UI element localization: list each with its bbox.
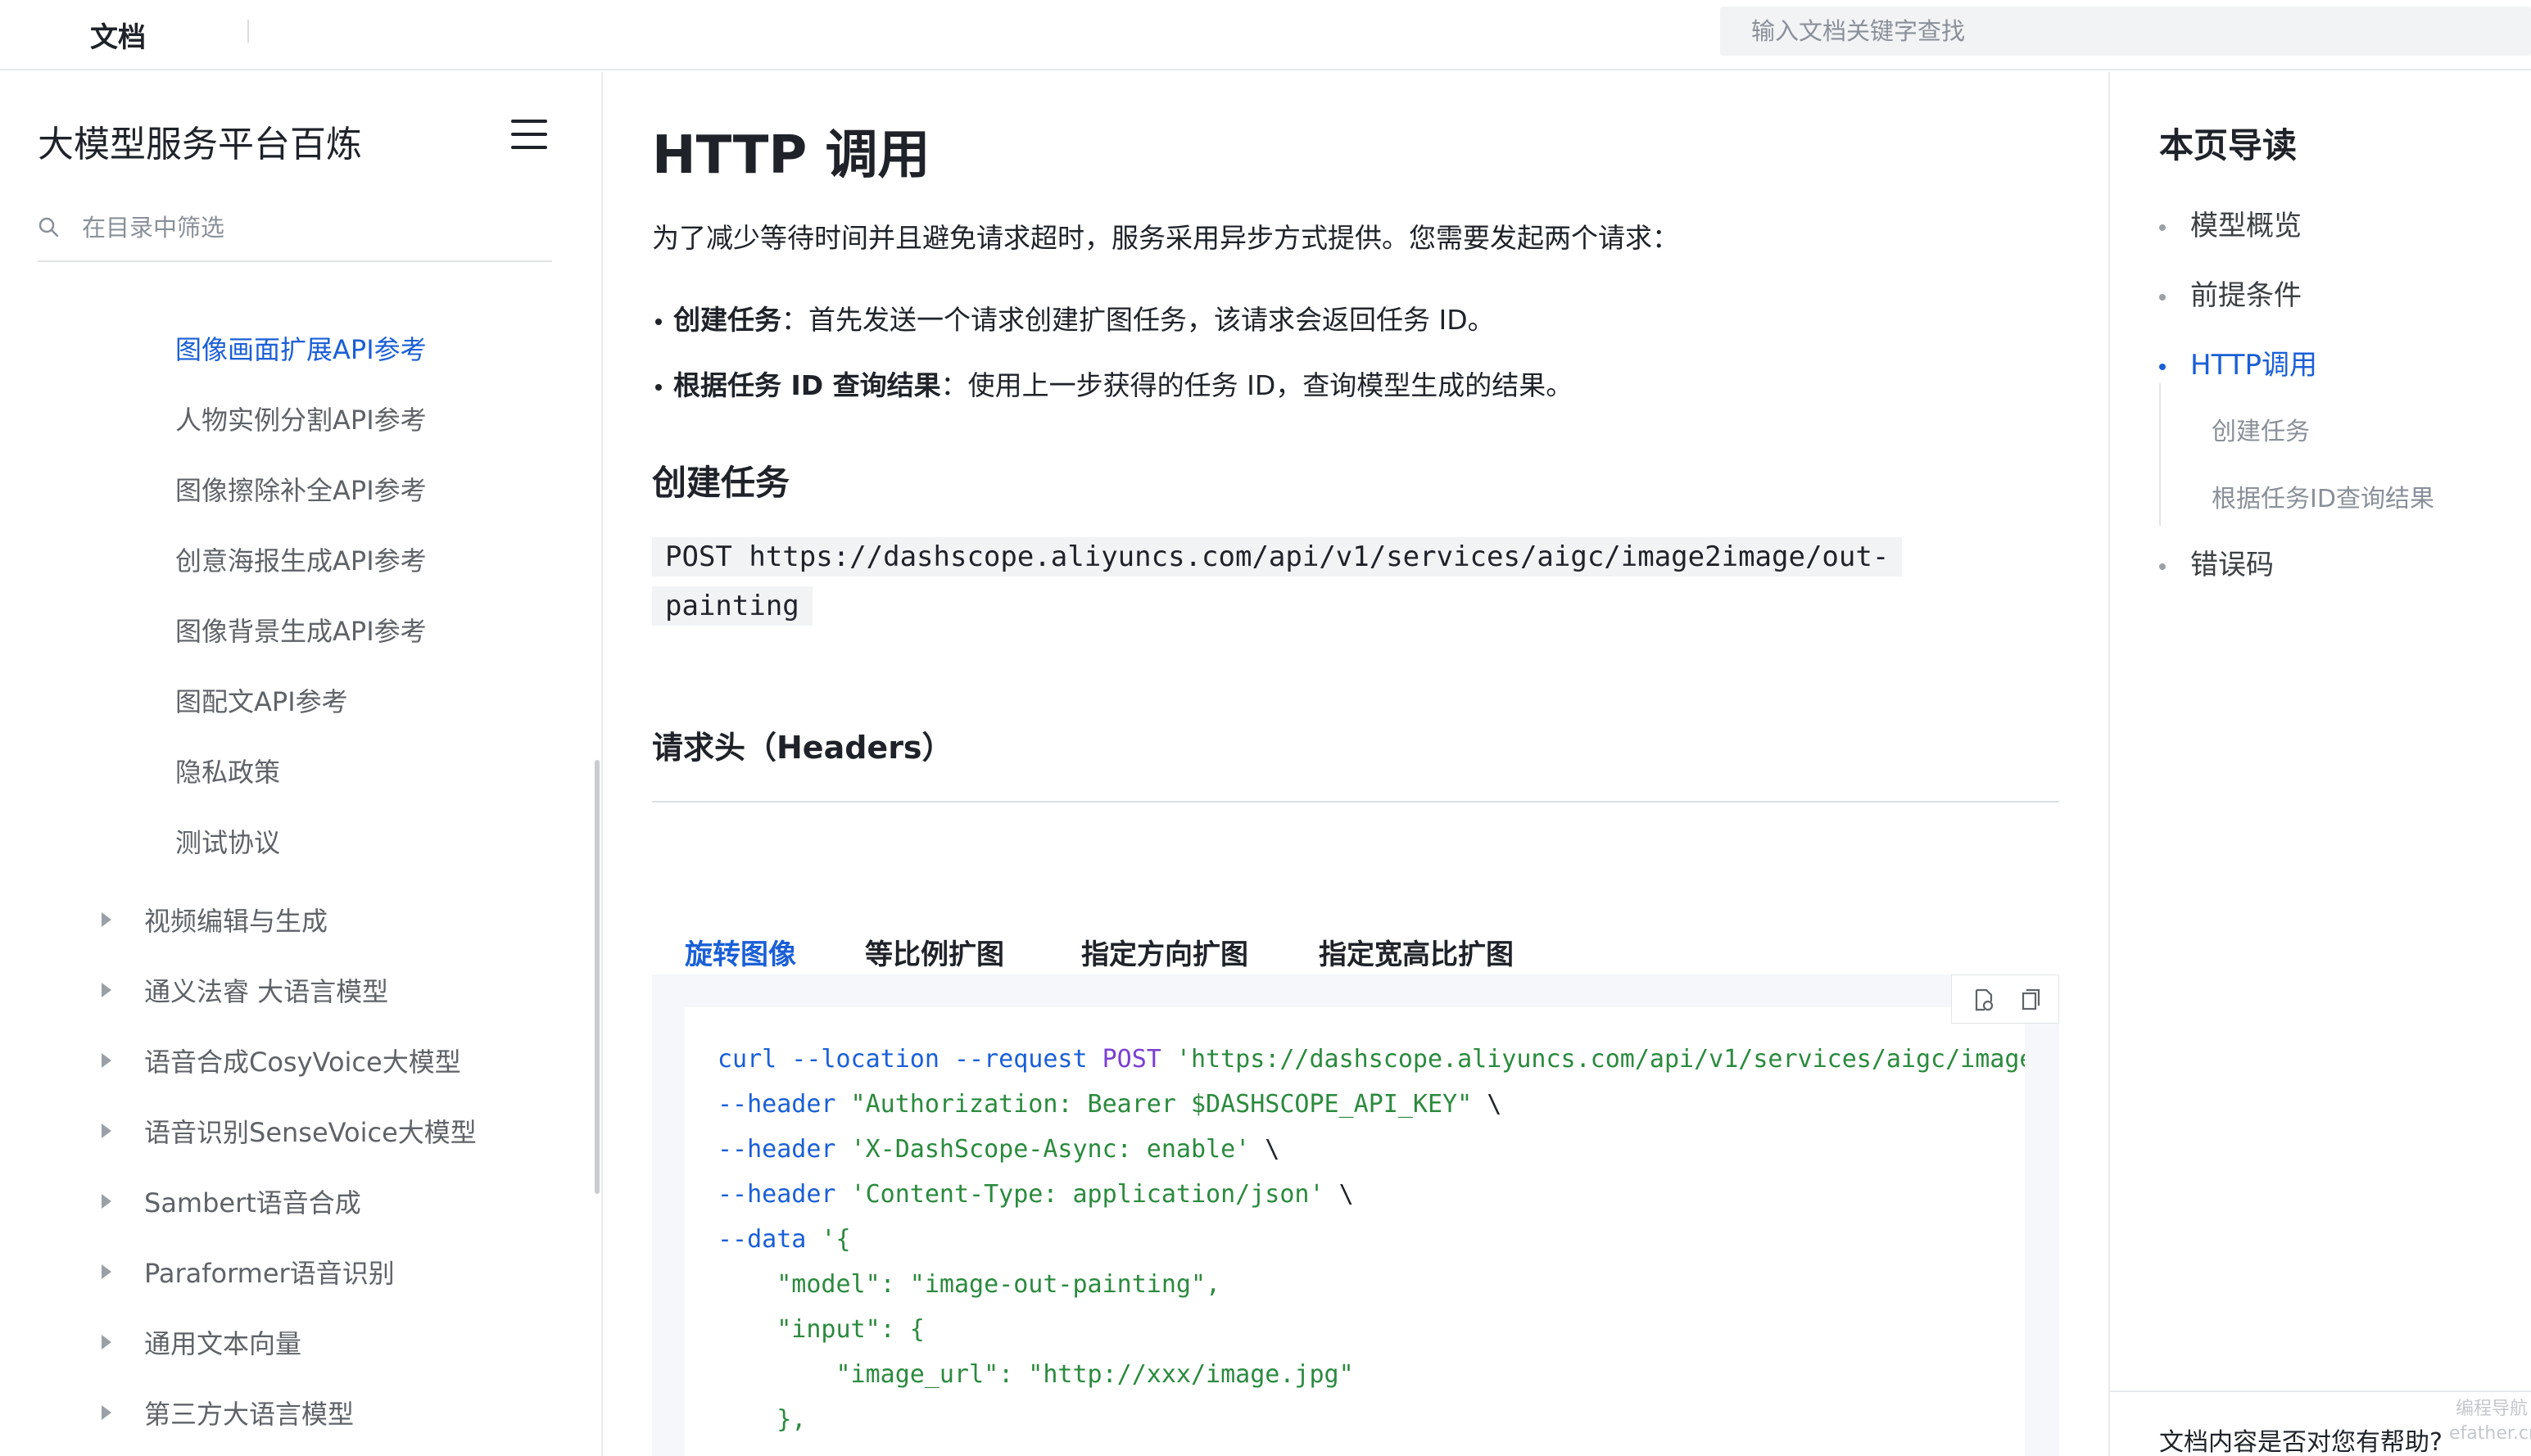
sidebar-item-image-erase-api[interactable]: 图像擦除补全API参考 — [175, 470, 427, 508]
sidebar-item-creative-poster-api[interactable]: 创意海报生成API参考 — [175, 540, 427, 578]
catalog-filter[interactable] — [38, 205, 552, 262]
doc-search-input[interactable] — [1720, 7, 2531, 56]
toc-dot — [2159, 363, 2166, 370]
expand-triangle-icon — [102, 1194, 111, 1209]
endpoint-url: POST https://dashscope.aliyuncs.com/api/… — [652, 532, 2028, 631]
expand-triangle-icon — [102, 983, 111, 997]
toc-sub-query-result[interactable]: 根据任务ID查询结果 — [2212, 478, 2434, 514]
list-item: 根据任务 ID 查询结果：使用上一步获得的任务 ID，查询模型生成的结果。 — [655, 364, 1573, 403]
sidebar-item-image-background-api[interactable]: 图像背景生成API参考 — [175, 611, 427, 649]
expand-triangle-icon — [102, 912, 111, 927]
sidebar-group-label: Sambert语音合成 — [144, 1187, 361, 1219]
toc-item-error-codes[interactable]: 错误码 — [2159, 542, 2274, 582]
bullet-bold: 根据任务 ID 查询结果 — [673, 369, 941, 401]
catalog-filter-input[interactable] — [82, 210, 541, 246]
sidebar-item-image-caption-api[interactable]: 图配文API参考 — [175, 681, 348, 719]
toc-dot — [2159, 563, 2166, 570]
toc-sub-create-task[interactable]: 创建任务 — [2212, 411, 2310, 447]
code-toolbar — [1951, 974, 2059, 1024]
bullet-dot — [655, 383, 662, 391]
code-block[interactable]: curl --location --request POST 'https://… — [685, 1007, 2025, 1456]
section-heading-create-task: 创建任务 — [652, 463, 790, 503]
page-toc: 本页导读 模型概览 前提条件 HTTP调用 创建任务 根据任务ID查询结果 错误… — [2108, 72, 2531, 1456]
expand-triangle-icon — [102, 1124, 111, 1138]
debug-icon[interactable] — [1970, 987, 1996, 1013]
sidebar-item-image-outpainting-api[interactable]: 图像画面扩展API参考 — [175, 329, 427, 367]
watermark-line: 编程导航 — [2455, 1399, 2528, 1419]
brand-docs-link[interactable]: 文档 — [90, 15, 146, 55]
toc-item-prerequisites[interactable]: 前提条件 — [2159, 273, 2302, 313]
sidebar-group-label: 语音合成CosyVoice大模型 — [144, 1047, 461, 1078]
sidebar-group-label: 通用文本向量 — [144, 1328, 302, 1359]
divider — [247, 20, 249, 43]
toc-item-http-call[interactable]: HTTP调用 — [2159, 342, 2317, 382]
toc-dot — [2159, 293, 2166, 301]
doc-search-box[interactable] — [1720, 7, 2531, 56]
endpoint-line: POST https://dashscope.aliyuncs.com/api/… — [652, 537, 1903, 577]
copy-icon[interactable] — [2016, 987, 2042, 1013]
sidebar-scrollbar[interactable] — [595, 760, 600, 1194]
code-content: curl --location --request POST 'https://… — [718, 1045, 2025, 1434]
toc-dot — [2159, 224, 2166, 231]
intro-paragraph: 为了减少等待时间并且避免请求超时，服务采用异步方式提供。您需要发起两个请求： — [652, 222, 1679, 254]
bullet-text: ：首先发送一个请求创建扩图任务，该请求会返回任务 ID。 — [781, 304, 1495, 336]
toc-item-label: HTTP调用 — [2190, 349, 2318, 382]
feedback-question: 文档内容是否对您有帮助? — [2159, 1428, 2443, 1456]
expand-triangle-icon — [102, 1335, 111, 1350]
list-item: 创建任务：首先发送一个请求创建扩图任务，该请求会返回任务 ID。 — [655, 298, 1495, 337]
toc-item-label: 模型概览 — [2190, 210, 2302, 242]
sidebar-item-test-agreement[interactable]: 测试协议 — [175, 822, 280, 860]
expand-triangle-icon — [102, 1264, 111, 1279]
endpoint-line: painting — [652, 586, 813, 626]
bullet-text: ：使用上一步获得的任务 ID，查询模型生成的结果。 — [940, 369, 1573, 401]
toc-sub-line — [2159, 383, 2161, 526]
toc-item-label: 错误码 — [2190, 549, 2274, 581]
top-bar: 文档 — [0, 0, 2531, 70]
sidebar-group-label: 第三方大语言模型 — [144, 1399, 355, 1430]
sidebar-item-privacy-policy[interactable]: 隐私政策 — [175, 752, 280, 789]
watermark-line: efather.cn — [2449, 1423, 2531, 1444]
section-heading-headers: 请求头（Headers） — [652, 730, 953, 766]
expand-triangle-icon — [102, 1405, 111, 1420]
expand-triangle-icon — [102, 1053, 111, 1068]
search-icon — [38, 217, 59, 237]
menu-icon[interactable] — [511, 120, 547, 149]
sidebar-group-label: 通义法睿 大语言模型 — [144, 976, 389, 1007]
sidebar-group-label: 语音识别SenseVoice大模型 — [144, 1117, 477, 1148]
watermark: 编程导航 efather.cn — [2449, 1397, 2531, 1446]
bullet-bold: 创建任务 — [673, 304, 781, 336]
sidebar-group-label: 视频编辑与生成 — [144, 906, 328, 937]
sidebar-item-person-segmentation-api[interactable]: 人物实例分割API参考 — [175, 400, 427, 437]
code-block-container: curl --location --request POST 'https://… — [652, 974, 2059, 1456]
sidebar-group-label: Paraformer语音识别 — [144, 1258, 395, 1289]
bullet-dot — [655, 318, 662, 325]
sidebar-title: 大模型服务平台百炼 — [38, 124, 362, 165]
toc-title: 本页导读 — [2159, 125, 2298, 165]
toc-item-label: 前提条件 — [2190, 279, 2302, 312]
divider — [652, 801, 2059, 803]
left-sidebar: 大模型服务平台百炼 图像画面扩展API参考 人物实例分割API参考 图像擦除补全… — [0, 72, 603, 1456]
toc-item-model-overview[interactable]: 模型概览 — [2159, 203, 2302, 243]
main-content: HTTP 调用 为了减少等待时间并且避免请求超时，服务采用异步方式提供。您需要发… — [604, 72, 2107, 1456]
page-title: HTTP 调用 — [652, 125, 930, 186]
